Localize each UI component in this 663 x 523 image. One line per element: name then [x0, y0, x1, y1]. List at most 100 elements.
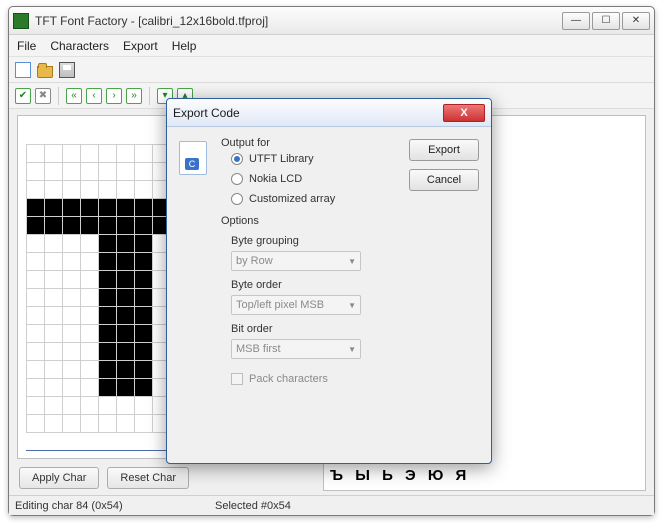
pixel-cell[interactable] [27, 361, 45, 379]
pixel-cell[interactable] [63, 145, 81, 163]
pixel-cell[interactable] [99, 343, 117, 361]
pixel-cell[interactable] [135, 343, 153, 361]
open-file-icon[interactable] [37, 66, 53, 78]
pixel-cell[interactable] [63, 199, 81, 217]
radio-custom[interactable]: Customized array [231, 193, 393, 205]
pixel-cell[interactable] [99, 325, 117, 343]
pixel-cell[interactable] [99, 217, 117, 235]
pixel-cell[interactable] [135, 307, 153, 325]
pixel-cell[interactable] [81, 253, 99, 271]
pixel-cell[interactable] [27, 199, 45, 217]
accept-icon[interactable]: ✔ [15, 88, 31, 104]
minimize-button[interactable]: — [562, 12, 590, 30]
pixel-cell[interactable] [117, 181, 135, 199]
reset-char-button[interactable]: Reset Char [107, 467, 189, 489]
pixel-cell[interactable] [117, 217, 135, 235]
pixel-cell[interactable] [117, 271, 135, 289]
pixel-cell[interactable] [27, 253, 45, 271]
pixel-cell[interactable] [27, 325, 45, 343]
pixel-cell[interactable] [45, 271, 63, 289]
pixel-cell[interactable] [81, 271, 99, 289]
pixel-cell[interactable] [63, 163, 81, 181]
radio-utft[interactable]: UTFT Library [231, 153, 393, 165]
pixel-cell[interactable] [117, 253, 135, 271]
pixel-cell[interactable] [45, 163, 63, 181]
cancel-button[interactable]: Cancel [409, 169, 479, 191]
apply-char-button[interactable]: Apply Char [19, 467, 99, 489]
pixel-cell[interactable] [63, 397, 81, 415]
pixel-cell[interactable] [135, 379, 153, 397]
pixel-cell[interactable] [117, 415, 135, 433]
pixel-cell[interactable] [99, 145, 117, 163]
pixel-cell[interactable] [117, 325, 135, 343]
pixel-cell[interactable] [81, 289, 99, 307]
pixel-cell[interactable] [135, 163, 153, 181]
menu-characters[interactable]: Characters [50, 39, 109, 53]
pixel-cell[interactable] [27, 235, 45, 253]
pixel-cell[interactable] [63, 415, 81, 433]
pixel-cell[interactable] [45, 235, 63, 253]
pixel-cell[interactable] [135, 199, 153, 217]
pixel-cell[interactable] [81, 217, 99, 235]
pixel-cell[interactable] [99, 163, 117, 181]
pixel-cell[interactable] [63, 235, 81, 253]
pixel-cell[interactable] [99, 307, 117, 325]
pixel-cell[interactable] [117, 361, 135, 379]
pixel-cell[interactable] [27, 289, 45, 307]
new-file-icon[interactable] [15, 62, 31, 78]
pixel-cell[interactable] [99, 361, 117, 379]
menu-help[interactable]: Help [172, 39, 197, 53]
pixel-cell[interactable] [63, 253, 81, 271]
pixel-cell[interactable] [45, 217, 63, 235]
pixel-cell[interactable] [63, 379, 81, 397]
byte-grouping-combo[interactable]: by Row ▼ [231, 251, 361, 271]
pixel-cell[interactable] [81, 235, 99, 253]
pixel-cell[interactable] [81, 163, 99, 181]
pixel-cell[interactable] [117, 199, 135, 217]
pixel-cell[interactable] [45, 199, 63, 217]
pixel-cell[interactable] [135, 361, 153, 379]
pixel-cell[interactable] [45, 415, 63, 433]
first-char-icon[interactable]: « [66, 88, 82, 104]
pixel-cell[interactable] [45, 253, 63, 271]
pixel-cell[interactable] [45, 307, 63, 325]
pixel-cell[interactable] [135, 181, 153, 199]
pixel-cell[interactable] [99, 415, 117, 433]
pixel-cell[interactable] [27, 271, 45, 289]
dialog-close-button[interactable]: X [443, 104, 485, 122]
pixel-cell[interactable] [99, 289, 117, 307]
pixel-cell[interactable] [135, 271, 153, 289]
pixel-cell[interactable] [27, 163, 45, 181]
pixel-cell[interactable] [81, 145, 99, 163]
pixel-cell[interactable] [63, 307, 81, 325]
pixel-cell[interactable] [45, 379, 63, 397]
last-char-icon[interactable]: » [126, 88, 142, 104]
pixel-cell[interactable] [99, 181, 117, 199]
pixel-cell[interactable] [45, 289, 63, 307]
pixel-cell[interactable] [81, 325, 99, 343]
pixel-cell[interactable] [99, 235, 117, 253]
pixel-cell[interactable] [99, 379, 117, 397]
pixel-cell[interactable] [117, 145, 135, 163]
pixel-cell[interactable] [135, 217, 153, 235]
pixel-cell[interactable] [117, 289, 135, 307]
pixel-cell[interactable] [81, 199, 99, 217]
pixel-cell[interactable] [135, 325, 153, 343]
pixel-cell[interactable] [63, 325, 81, 343]
pixel-cell[interactable] [81, 343, 99, 361]
pixel-cell[interactable] [117, 379, 135, 397]
pixel-cell[interactable] [81, 397, 99, 415]
menu-export[interactable]: Export [123, 39, 158, 53]
pixel-cell[interactable] [117, 343, 135, 361]
pixel-cell[interactable] [99, 397, 117, 415]
pixel-cell[interactable] [63, 271, 81, 289]
pixel-cell[interactable] [99, 199, 117, 217]
radio-nokia[interactable]: Nokia LCD [231, 173, 393, 185]
pixel-cell[interactable] [81, 307, 99, 325]
pixel-cell[interactable] [81, 415, 99, 433]
prev-char-icon[interactable]: ‹ [86, 88, 102, 104]
pixel-cell[interactable] [117, 163, 135, 181]
menu-file[interactable]: File [17, 39, 36, 53]
pixel-cell[interactable] [45, 361, 63, 379]
pixel-cell[interactable] [45, 397, 63, 415]
